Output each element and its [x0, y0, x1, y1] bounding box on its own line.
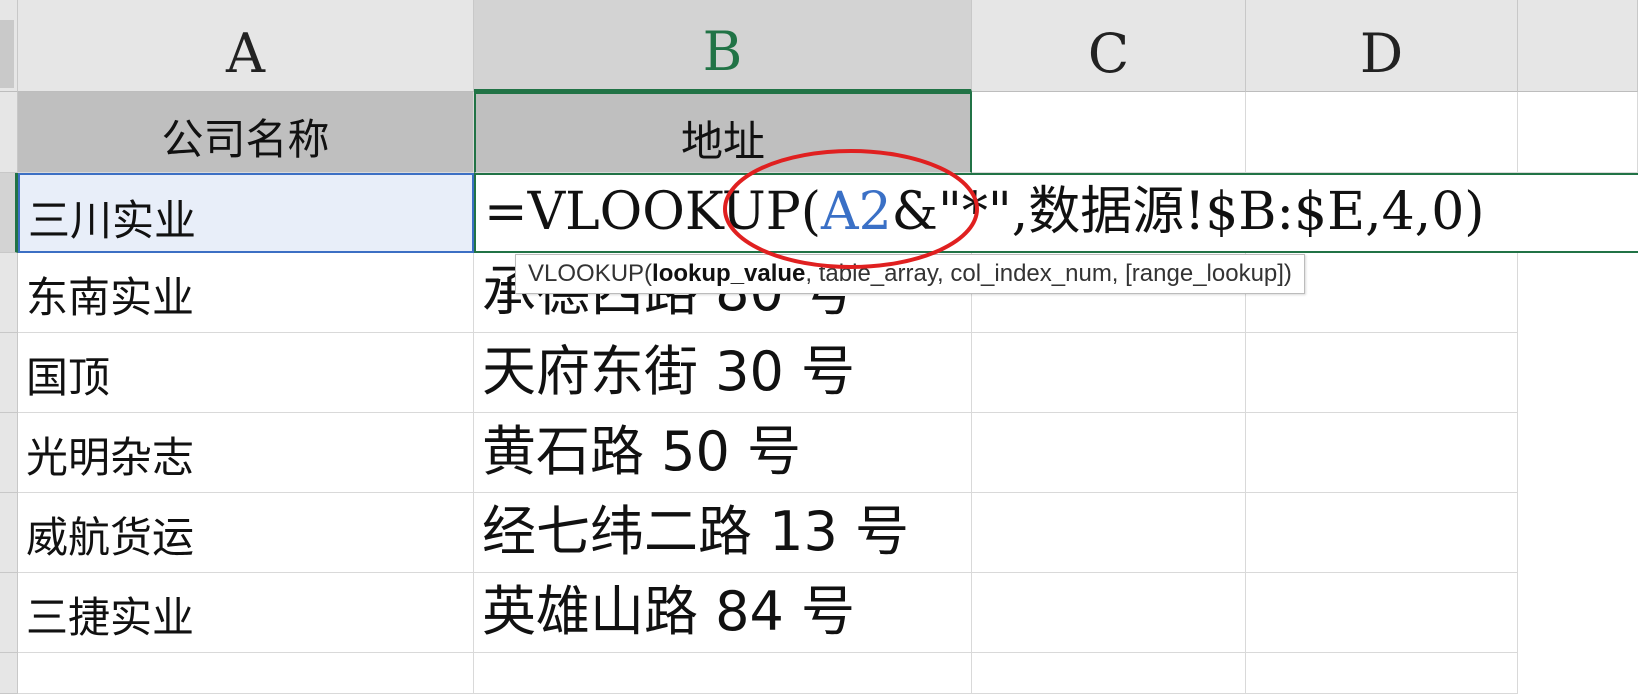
tooltip-function-name[interactable]: VLOOKUP(: [528, 260, 652, 287]
column-header-c[interactable]: C: [972, 0, 1246, 92]
cell-b4[interactable]: 天府东街 30 号: [474, 333, 972, 413]
cell-d5[interactable]: [1246, 413, 1518, 493]
red-annotation-ellipse: [723, 149, 979, 269]
spreadsheet-grid: A B C D 公司名称 地址 三川实业 东南实业 承德西路 80 号 国顶 天…: [0, 0, 1638, 694]
cell-b7[interactable]: 英雄山路 84 号: [474, 573, 972, 653]
cell-a5[interactable]: 光明杂志: [18, 413, 474, 493]
row-header-8[interactable]: [0, 653, 18, 694]
row-header-3[interactable]: [0, 253, 18, 333]
cell-b8[interactable]: [474, 653, 972, 694]
cell-d8[interactable]: [1246, 653, 1518, 694]
cell-a1[interactable]: 公司名称: [18, 92, 474, 173]
cell-b5[interactable]: 黄石路 50 号: [474, 413, 972, 493]
cell-d6[interactable]: [1246, 493, 1518, 573]
cell-d4[interactable]: [1246, 333, 1518, 413]
cell-a3[interactable]: 东南实业: [18, 253, 474, 333]
column-header-d[interactable]: D: [1246, 0, 1518, 92]
cell-c6[interactable]: [972, 493, 1246, 573]
row-header-5[interactable]: [0, 413, 18, 493]
cell-c1[interactable]: [972, 92, 1246, 173]
cell-a8[interactable]: [18, 653, 474, 694]
column-header-a[interactable]: A: [18, 0, 474, 92]
cell-c4[interactable]: [972, 333, 1246, 413]
cell-c5[interactable]: [972, 413, 1246, 493]
column-header-b[interactable]: B: [474, 0, 972, 92]
cell-d1[interactable]: [1246, 92, 1518, 173]
row-header-1[interactable]: [0, 92, 18, 173]
cell-a7[interactable]: 三捷实业: [18, 573, 474, 653]
select-all-corner[interactable]: [0, 0, 18, 92]
cell-b2-formula-edit[interactable]: =VLOOKUP(A2&"*",数据源!$B:$E,4,0): [474, 173, 1638, 253]
cell-c7[interactable]: [972, 573, 1246, 653]
cell-e1[interactable]: [1518, 92, 1638, 173]
row-header-6[interactable]: [0, 493, 18, 573]
row-header-4[interactable]: [0, 333, 18, 413]
select-all-triangle-icon[interactable]: [0, 20, 14, 88]
cell-c8[interactable]: [972, 653, 1246, 694]
cell-a4[interactable]: 国顶: [18, 333, 474, 413]
row-header-7[interactable]: [0, 573, 18, 653]
cell-a2[interactable]: 三川实业: [18, 173, 474, 253]
column-header-e-partial[interactable]: [1518, 0, 1638, 92]
cell-a6[interactable]: 威航货运: [18, 493, 474, 573]
cell-d7[interactable]: [1246, 573, 1518, 653]
cell-b6[interactable]: 经七纬二路 13 号: [474, 493, 972, 573]
row-header-2[interactable]: [0, 173, 18, 253]
